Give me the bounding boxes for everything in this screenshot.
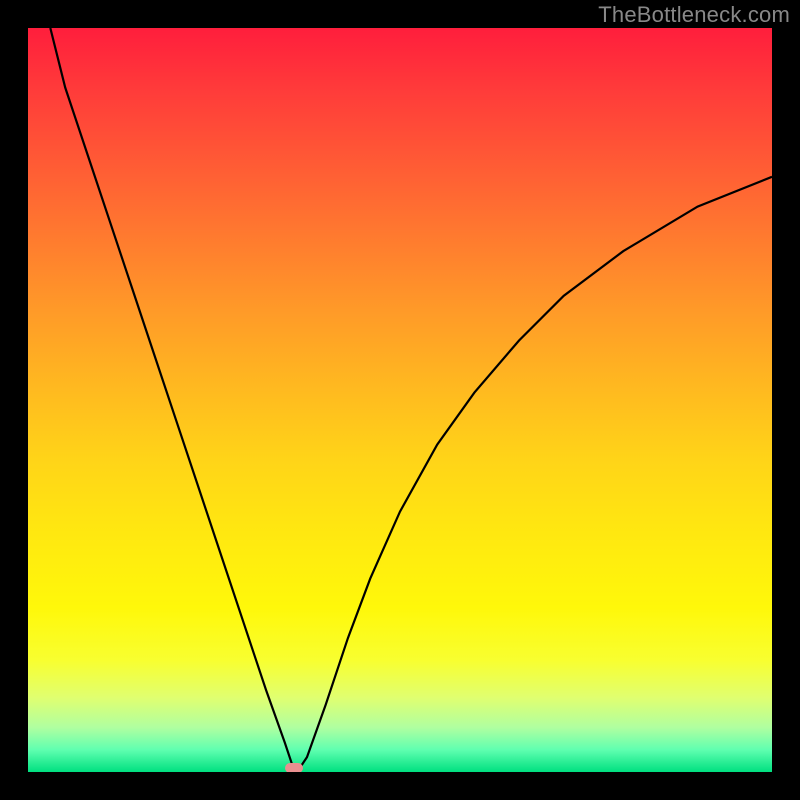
optimal-marker: [285, 763, 303, 772]
chart-container: TheBottleneck.com: [0, 0, 800, 800]
plot-area: [28, 28, 772, 772]
bottleneck-curve: [28, 28, 772, 772]
watermark-text: TheBottleneck.com: [598, 2, 790, 28]
